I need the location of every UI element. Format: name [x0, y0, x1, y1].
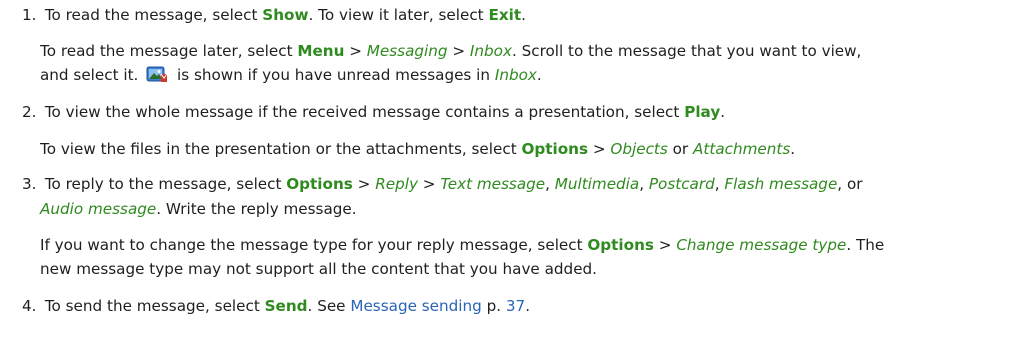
change-message-type-option: Change message type [676, 236, 847, 254]
detail-text: If you want to change the message type f… [40, 236, 588, 254]
audio-message-option: Audio message [40, 200, 157, 218]
step-text: . See [307, 297, 351, 315]
step-text: , or [837, 175, 863, 193]
flash-message-option: Flash message [724, 175, 838, 193]
step-4: 4. To send the message, select Send. See… [22, 294, 1012, 319]
separator: > [344, 42, 367, 60]
step-1-detail-line2: and select it. is shown if you have unre… [40, 63, 1015, 88]
detail-text: . [790, 140, 796, 158]
exit-command: Exit [488, 6, 522, 24]
step-number: 1. [22, 6, 37, 24]
detail-text: or [667, 140, 694, 158]
detail-text: new message type may not support all the… [40, 260, 598, 278]
detail-text: . Scroll to the message that you want to… [511, 42, 862, 60]
step-text: To send the message, select [44, 297, 265, 315]
step-text: . [525, 297, 531, 315]
reply-option: Reply [375, 175, 418, 193]
step-number: 2. [22, 103, 37, 121]
step-text: . To view it later, select [308, 6, 489, 24]
menu-command: Menu [297, 42, 345, 60]
separator: > [352, 175, 376, 193]
step-1-detail: To read the message later, select Menu >… [40, 39, 1015, 64]
step-text: To read the message, select [44, 6, 263, 24]
page-number-link[interactable]: 37 [506, 297, 525, 315]
step-number: 3. [22, 175, 37, 193]
step-1: 1. To read the message, select Show. To … [22, 3, 1012, 28]
play-command: Play [684, 103, 721, 121]
separator: , [639, 175, 649, 193]
objects-option: Objects [610, 140, 668, 158]
detail-text: . [536, 66, 542, 84]
step-2: 2. To view the whole message if the rece… [22, 100, 1012, 125]
step-text: . [720, 103, 726, 121]
separator: , [545, 175, 555, 193]
step-3-line2: Audio message. Write the reply message. [40, 197, 1015, 222]
detail-text: To view the files in the presentation or… [40, 140, 522, 158]
message-sending-link[interactable]: Message sending [350, 297, 481, 315]
attachments-option: Attachments [693, 140, 791, 158]
options-command: Options [587, 236, 654, 254]
options-command: Options [521, 140, 589, 158]
detail-text: To read the message later, select [40, 42, 298, 60]
text-message-option: Text message [440, 175, 546, 193]
inbox-option: Inbox [469, 42, 512, 60]
step-3: 3. To reply to the message, select Optio… [22, 172, 1012, 197]
detail-text: is shown if you have unread messages in [172, 66, 495, 84]
separator: > [417, 175, 441, 193]
detail-text: . The [846, 236, 885, 254]
step-number: 4. [22, 297, 37, 315]
show-command: Show [262, 6, 309, 24]
multimedia-option: Multimedia [554, 175, 640, 193]
separator: > [653, 236, 677, 254]
step-2-detail: To view the files in the presentation or… [40, 137, 1015, 162]
messaging-option: Messaging [366, 42, 448, 60]
send-command: Send [264, 297, 308, 315]
unread-multimedia-message-icon [146, 66, 168, 82]
postcard-option: Postcard [648, 175, 715, 193]
step-text: . Write the reply message. [156, 200, 357, 218]
step-3-detail-line2: new message type may not support all the… [40, 257, 1015, 282]
options-command: Options [286, 175, 353, 193]
separator: > [447, 42, 470, 60]
detail-text: and select it. [40, 66, 144, 84]
step-text: p. [481, 297, 506, 315]
step-text: To reply to the message, select [44, 175, 287, 193]
separator: > [588, 140, 611, 158]
inbox-option: Inbox [494, 66, 537, 84]
step-3-detail: If you want to change the message type f… [40, 233, 1015, 258]
separator: , [714, 175, 725, 193]
step-text: To view the whole message if the receive… [44, 103, 685, 121]
step-text: . [521, 6, 526, 24]
